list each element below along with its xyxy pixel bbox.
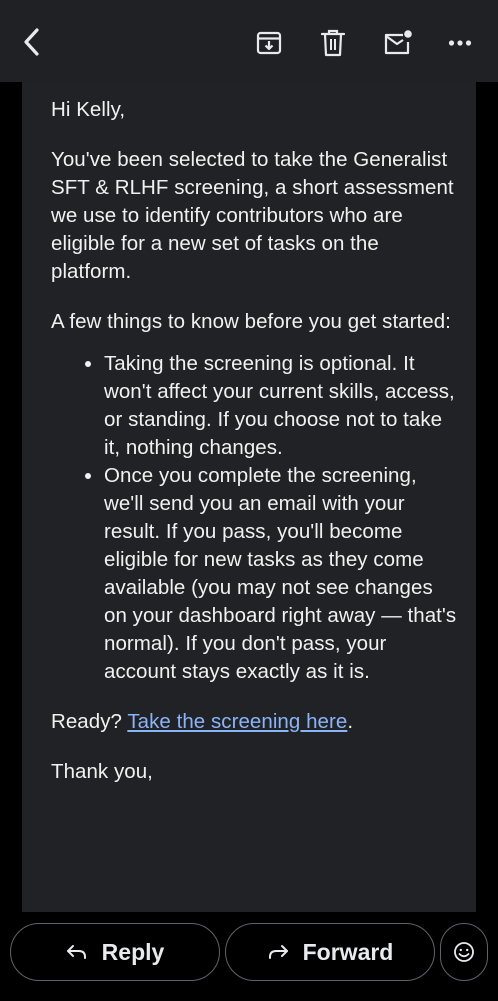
email-body: Hi Kelly, You've been selected to take t… bbox=[22, 82, 476, 912]
mark-unread-icon bbox=[384, 30, 412, 55]
bottom-action-bar: Reply Forward bbox=[0, 912, 498, 1001]
archive-icon bbox=[256, 31, 282, 55]
ready-suffix: . bbox=[347, 710, 354, 733]
intro-paragraph: You've been selected to take the General… bbox=[51, 148, 454, 283]
chevron-left-icon bbox=[24, 28, 39, 56]
trash-icon bbox=[321, 29, 345, 57]
list-item: Taking the screening is optional. It won… bbox=[104, 350, 461, 462]
delete-button[interactable] bbox=[316, 26, 350, 60]
ready-prefix: Ready? bbox=[51, 710, 128, 733]
screening-link[interactable]: Take the screening here bbox=[127, 710, 347, 733]
archive-button[interactable] bbox=[252, 26, 286, 60]
list-item: Once you complete the screening, we'll s… bbox=[104, 462, 461, 686]
reply-button[interactable]: Reply bbox=[10, 923, 220, 981]
emoji-button[interactable] bbox=[440, 923, 488, 981]
email-text: Hi Kelly, You've been selected to take t… bbox=[51, 96, 461, 808]
ready-line: Ready? Take the screening here. bbox=[51, 708, 461, 736]
greeting: Hi Kelly, bbox=[51, 98, 126, 121]
emoji-smile-icon bbox=[454, 942, 474, 962]
more-horizontal-icon bbox=[448, 40, 472, 46]
forward-label: Forward bbox=[302, 938, 394, 965]
closing: Thank you, bbox=[51, 760, 153, 783]
reply-icon bbox=[66, 945, 86, 959]
forward-button[interactable]: Forward bbox=[225, 923, 435, 981]
back-button[interactable] bbox=[12, 22, 52, 62]
reply-label: Reply bbox=[101, 938, 165, 965]
mark-unread-button[interactable] bbox=[380, 26, 416, 60]
info-paragraph: A few things to know before you get star… bbox=[51, 310, 451, 333]
more-button[interactable] bbox=[444, 28, 476, 58]
top-toolbar bbox=[0, 0, 498, 82]
forward-icon bbox=[268, 945, 288, 959]
bullet-list: Taking the screening is optional. It won… bbox=[51, 350, 461, 686]
